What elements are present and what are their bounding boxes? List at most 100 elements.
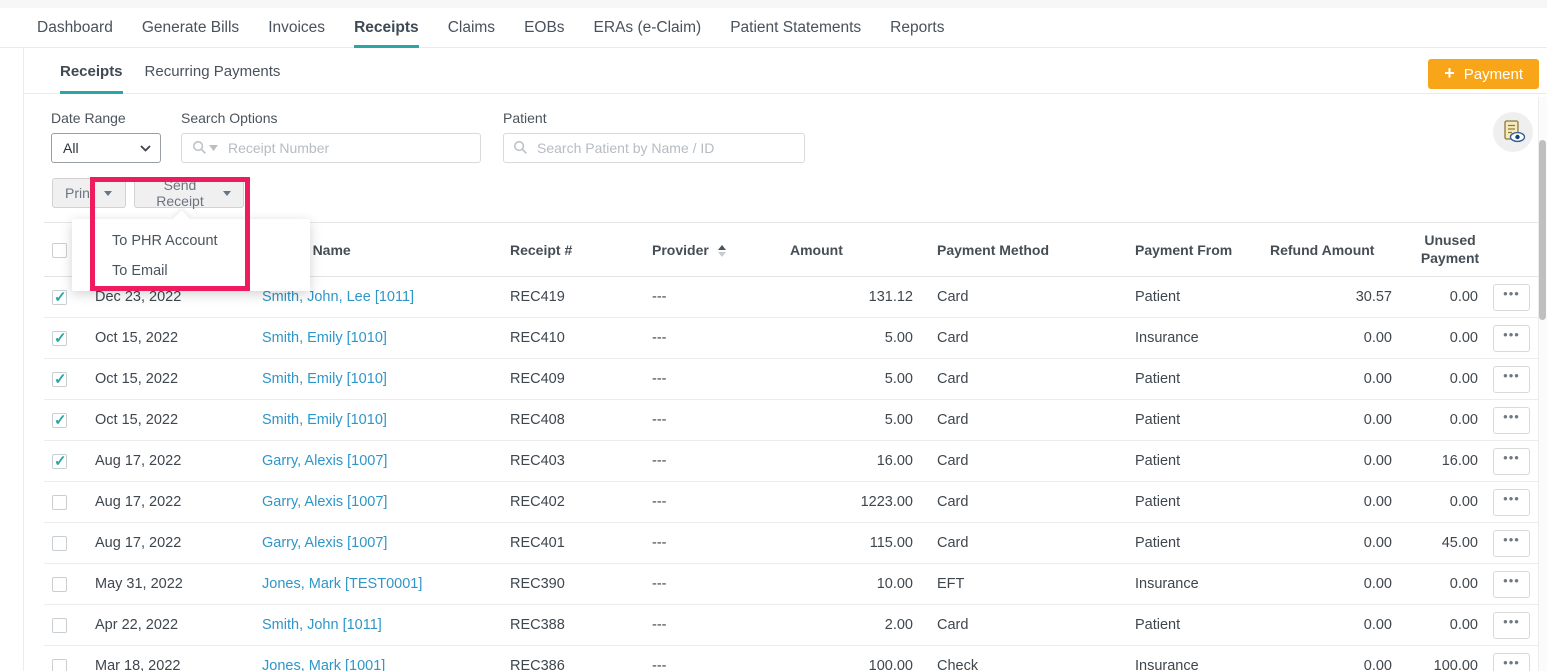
view-receipt-log-button[interactable] [1493,112,1533,152]
cell-amount: 131.12 [790,277,916,318]
table-row: Oct 15, 2022Smith, Emily [1010]REC408---… [44,400,1540,441]
nav-item-reports[interactable]: Reports [890,8,944,48]
cell-amount: 10.00 [790,564,916,605]
main-nav: Dashboard Generate Bills Invoices Receipts C… [0,8,1547,48]
cell-actions: ••• [1481,441,1540,482]
cell-actions: ••• [1481,482,1540,523]
patient-search-input[interactable] [503,133,805,163]
search-options-label: Search Options [181,110,278,126]
row-checkbox[interactable] [52,495,67,510]
column-header-receipt[interactable]: Receipt # [510,223,642,277]
row-checkbox[interactable] [52,454,67,469]
send-receipt-button[interactable]: Send Receipt [134,178,244,208]
nav-item-eobs[interactable]: EOBs [524,8,564,48]
cell-payment-from: Patient [1115,482,1270,523]
cell-actions: ••• [1481,400,1540,441]
print-button[interactable]: Print [52,178,126,208]
subtab-recurring-payments[interactable]: Recurring Payments [145,49,281,94]
row-actions-button[interactable]: ••• [1493,530,1530,557]
payment-button[interactable]: + Payment [1428,59,1539,89]
row-checkbox[interactable] [52,413,67,428]
menu-item-to-email[interactable]: To Email [72,256,310,286]
row-checkbox[interactable] [52,372,67,387]
nav-item-claims[interactable]: Claims [448,8,495,48]
scrollbar-thumb[interactable] [1539,140,1546,320]
row-actions-button[interactable]: ••• [1493,284,1530,311]
cell-patient-name: Smith, Emily [1010] [262,359,510,400]
cell-provider: --- [642,564,790,605]
row-checkbox[interactable] [52,331,67,346]
patient-label: Patient [503,110,547,126]
cell-refund-amount: 0.00 [1270,523,1395,564]
nav-item-generate-bills[interactable]: Generate Bills [142,8,239,48]
patient-link[interactable]: Smith, Emily [1010] [262,412,387,428]
row-checkbox[interactable] [52,536,67,551]
column-header-unused-payment[interactable]: Unused Payment [1395,223,1481,277]
cell-patient-name: Garry, Alexis [1007] [262,441,510,482]
cell-receipt-number: REC386 [510,646,642,671]
cell-amount: 5.00 [790,318,916,359]
cell-checkbox [44,318,94,359]
cell-checkbox [44,359,94,400]
row-actions-button[interactable]: ••• [1493,448,1530,475]
select-all-checkbox[interactable] [52,243,67,258]
cell-amount: 115.00 [790,523,916,564]
row-checkbox[interactable] [52,577,67,592]
patient-link[interactable]: Jones, Mark [1001] [262,658,385,671]
cell-date: Aug 17, 2022 [94,482,262,523]
patient-link[interactable]: Garry, Alexis [1007] [262,535,387,551]
nav-item-invoices[interactable]: Invoices [268,8,325,48]
column-header-provider[interactable]: Provider [642,223,790,277]
patient-link[interactable]: Smith, John, Lee [1011] [262,289,414,305]
row-actions-button[interactable]: ••• [1493,325,1530,352]
cell-unused-payment: 0.00 [1395,359,1481,400]
receipt-number-input[interactable] [181,133,481,163]
patient-link[interactable]: Garry, Alexis [1007] [262,453,387,469]
row-actions-button[interactable]: ••• [1493,489,1530,516]
nav-item-eras-e-claim[interactable]: ERAs (e-Claim) [594,8,702,48]
chevron-down-icon [140,145,151,152]
patient-link[interactable]: Garry, Alexis [1007] [262,494,387,510]
patient-link[interactable]: Jones, Mark [TEST0001] [262,576,422,592]
cell-payment-from: Insurance [1115,318,1270,359]
cell-provider: --- [642,605,790,646]
row-actions-button[interactable]: ••• [1493,612,1530,639]
nav-item-patient-statements[interactable]: Patient Statements [730,8,861,48]
cell-payment-method: Card [916,482,1115,523]
menu-item-to-phr-account[interactable]: To PHR Account [72,226,310,256]
row-checkbox[interactable] [52,618,67,633]
column-header-payment-method[interactable]: Payment Method [916,223,1115,277]
nav-item-dashboard[interactable]: Dashboard [37,8,113,48]
caret-down-icon [104,191,112,196]
row-actions-button[interactable]: ••• [1493,571,1530,598]
cell-provider: --- [642,482,790,523]
row-actions-button[interactable]: ••• [1493,653,1530,671]
cell-date: Aug 17, 2022 [94,523,262,564]
column-header-amount[interactable]: Amount [790,223,916,277]
row-checkbox[interactable] [52,659,67,671]
patient-link[interactable]: Smith, John [1011] [262,617,382,633]
cell-receipt-number: REC409 [510,359,642,400]
cell-amount: 100.00 [790,646,916,671]
scrollbar-track[interactable] [1538,97,1547,671]
column-header-refund-amount[interactable]: Refund Amount [1270,223,1395,277]
date-range-select[interactable]: All [51,133,161,163]
cell-patient-name: Smith, Emily [1010] [262,318,510,359]
cell-actions: ••• [1481,605,1540,646]
patient-link[interactable]: Smith, Emily [1010] [262,371,387,387]
cell-refund-amount: 30.57 [1270,277,1395,318]
ellipsis-icon: ••• [1503,494,1520,504]
cell-receipt-number: REC403 [510,441,642,482]
row-actions-button[interactable]: ••• [1493,407,1530,434]
row-actions-button[interactable]: ••• [1493,366,1530,393]
row-checkbox[interactable] [52,290,67,305]
nav-item-receipts[interactable]: Receipts [354,8,419,48]
cell-receipt-number: REC402 [510,482,642,523]
caret-down-icon[interactable] [209,145,218,151]
subtab-receipts[interactable]: Receipts [60,49,123,94]
cell-amount: 2.00 [790,605,916,646]
cell-refund-amount: 0.00 [1270,564,1395,605]
table-row: Aug 17, 2022Garry, Alexis [1007] REC402--… [44,482,1540,523]
patient-link[interactable]: Smith, Emily [1010] [262,330,387,346]
column-header-payment-from[interactable]: Payment From [1115,223,1270,277]
